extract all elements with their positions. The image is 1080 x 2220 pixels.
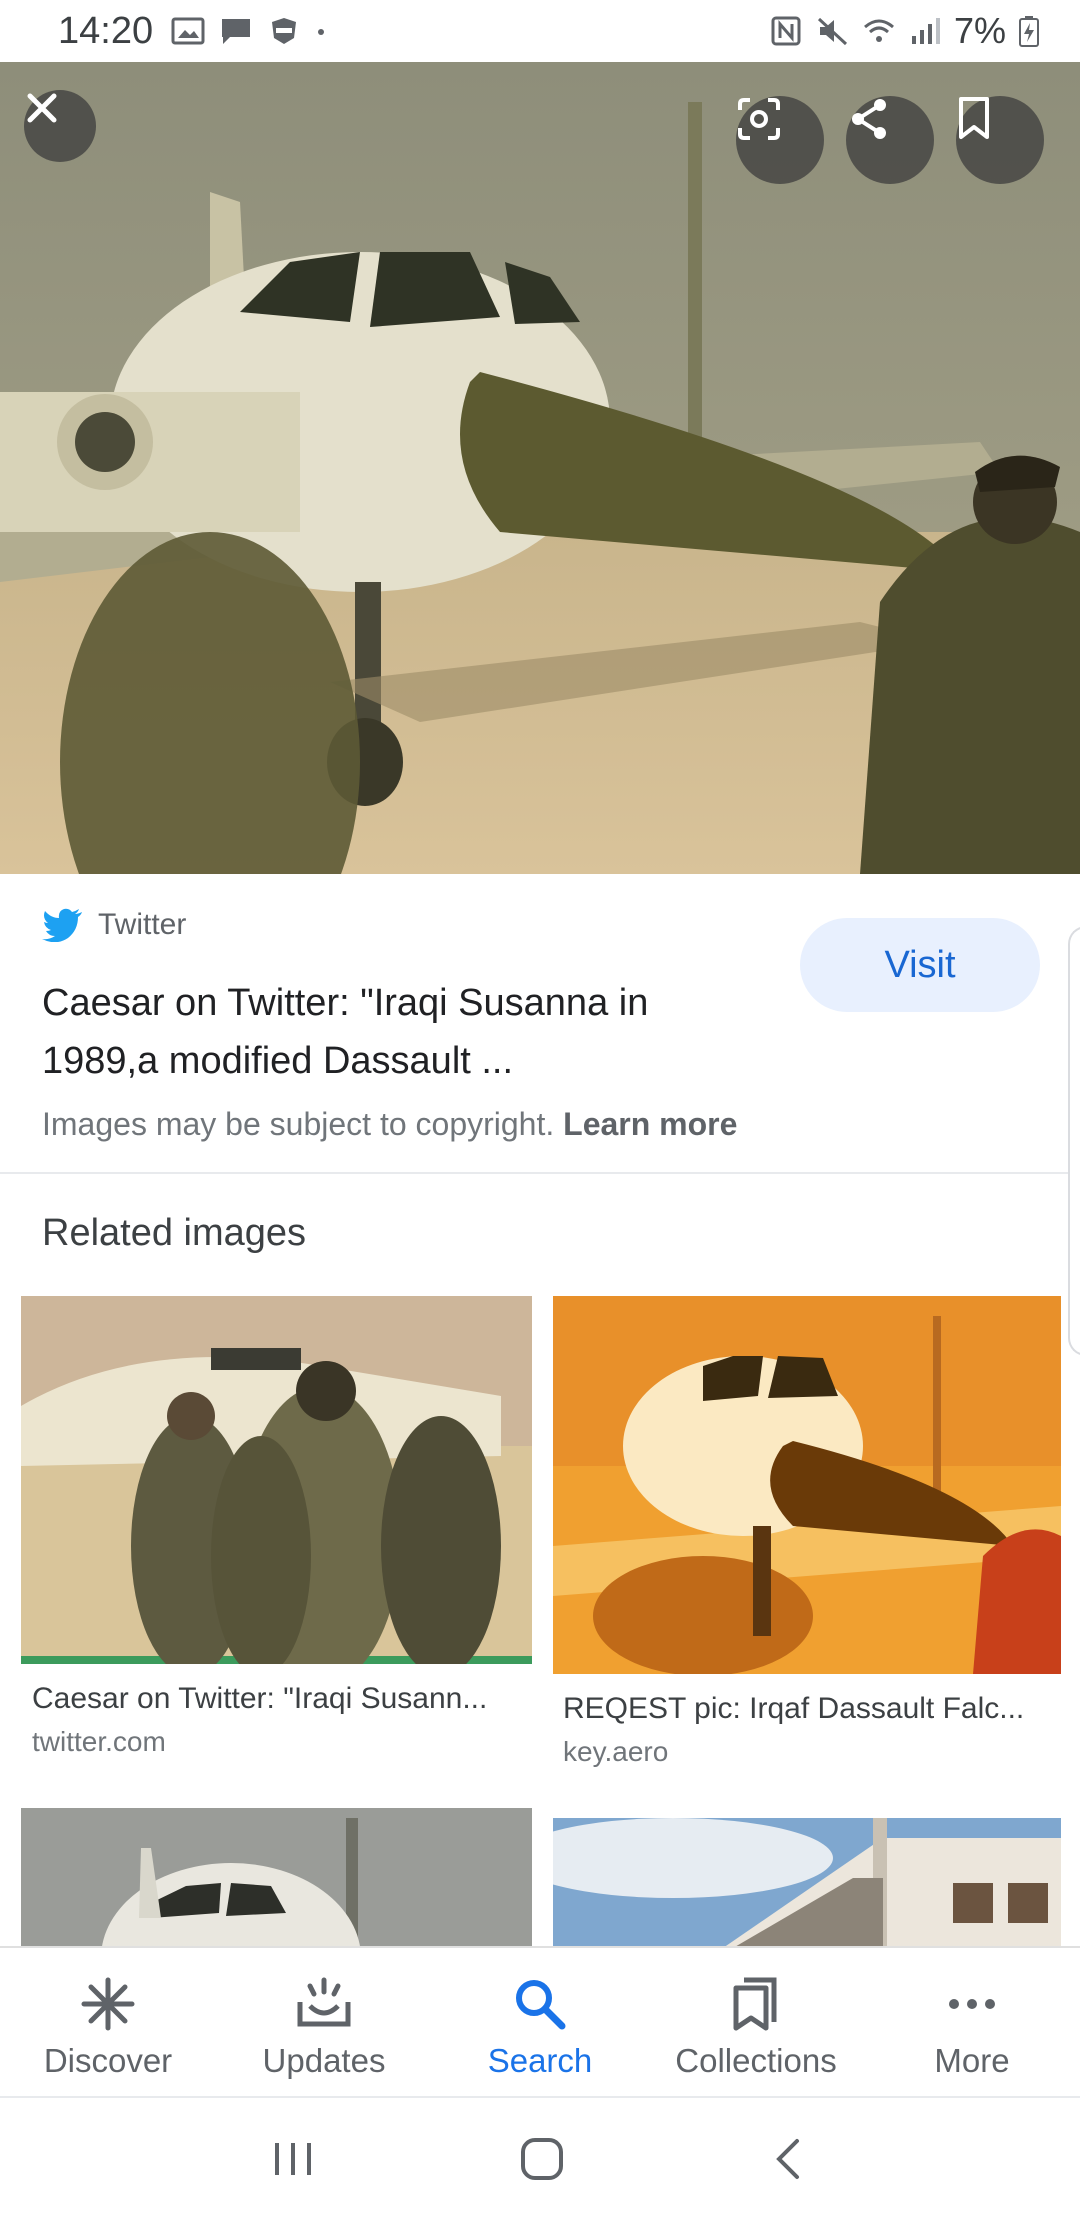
system-nav-bar <box>0 2096 1080 2220</box>
nav-search[interactable]: Search <box>432 1948 648 2096</box>
gallery-icon <box>171 17 205 45</box>
copyright-notice: Images may be subject to copyright. Lear… <box>42 1106 737 1143</box>
close-icon <box>27 93 57 123</box>
source-site-name: Twitter <box>98 908 187 941</box>
nav-label-collections: Collections <box>675 2042 837 2079</box>
more-icon <box>949 1999 995 2009</box>
nfc-icon <box>771 16 801 46</box>
jet-nose-photo <box>21 1808 532 1948</box>
dot-icon <box>318 29 325 35</box>
nav-updates[interactable]: Updates <box>216 1948 432 2096</box>
battery-percent: 7% <box>953 10 1006 51</box>
battery-charging-icon <box>1019 16 1039 47</box>
bookmark-button[interactable] <box>956 96 1044 184</box>
bottom-nav: Discover Updates Search Collections More <box>0 1946 1080 2096</box>
chat-icon <box>222 19 251 44</box>
home-icon[interactable] <box>518 2135 566 2183</box>
search-icon <box>516 1980 566 2030</box>
badge-icon <box>272 18 297 44</box>
related-source-1: twitter.com <box>32 1726 166 1757</box>
nav-collections[interactable]: Collections <box>648 1948 864 2096</box>
related-image-4[interactable] <box>553 1818 1061 1948</box>
source-title[interactable]: Caesar on Twitter: "Iraqi Susanna in 198… <box>42 974 762 1090</box>
status-bar: 14:20 7% <box>0 0 1080 62</box>
source-card: Twitter Caesar on Twitter: "Iraqi Susann… <box>0 874 1080 1174</box>
lens-button[interactable] <box>736 96 824 184</box>
orange-jet-photo <box>553 1296 1061 1674</box>
share-icon <box>852 99 886 139</box>
jet-photo <box>0 62 1080 874</box>
share-button[interactable] <box>846 96 934 184</box>
hero-image[interactable] <box>0 62 1080 874</box>
copyright-text: Images may be subject to copyright. <box>42 1106 564 1142</box>
updates-icon <box>297 1977 351 2027</box>
nav-more[interactable]: More <box>864 1948 1080 2096</box>
related-image-1[interactable] <box>21 1296 532 1664</box>
visit-button[interactable]: Visit <box>800 918 1040 1012</box>
learn-more-link[interactable]: Learn more <box>563 1106 737 1142</box>
side-panel-edge[interactable] <box>1068 926 1080 1356</box>
recent-apps-icon[interactable] <box>271 2139 315 2179</box>
nav-label-more: More <box>934 2042 1010 2079</box>
hangar-photo <box>553 1818 1061 1948</box>
nav-discover[interactable]: Discover <box>0 1948 216 2096</box>
nav-label-discover: Discover <box>43 2042 173 2079</box>
close-button[interactable] <box>24 90 96 162</box>
status-left-icons <box>171 16 327 46</box>
signal-icon <box>911 18 940 44</box>
related-image-2[interactable] <box>553 1296 1061 1674</box>
bookmark-icon <box>959 97 989 139</box>
status-time: 14:20 <box>58 9 154 52</box>
collections-icon <box>733 1977 777 2031</box>
mute-icon <box>817 17 847 46</box>
officers-jet-photo <box>21 1296 532 1664</box>
source-site[interactable]: Twitter <box>42 908 186 942</box>
related-images-heading: Related images <box>42 1212 307 1254</box>
nav-label-search: Search <box>487 2042 593 2079</box>
discover-icon <box>81 1977 135 2031</box>
lens-icon <box>738 98 780 140</box>
related-image-3[interactable] <box>21 1808 532 1948</box>
wifi-icon <box>863 19 894 42</box>
related-source-2: key.aero <box>563 1736 669 1767</box>
twitter-bird-icon <box>42 908 82 942</box>
related-caption-1[interactable]: Caesar on Twitter: "Iraqi Susann... <box>32 1682 522 1716</box>
related-caption-2[interactable]: REQEST pic: Irqaf Dassault Falc... <box>563 1692 1053 1726</box>
status-right-icons: 7% <box>770 10 1040 52</box>
back-icon[interactable] <box>769 2135 809 2183</box>
nav-label-updates: Updates <box>262 2042 386 2079</box>
